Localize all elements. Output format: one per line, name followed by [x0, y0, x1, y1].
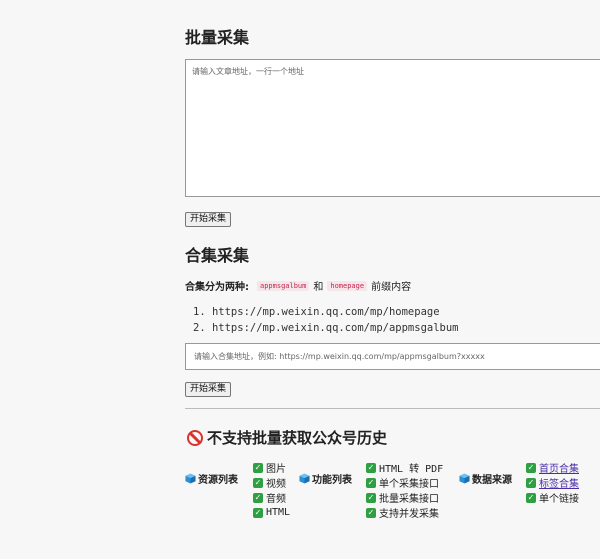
tag-collection-link[interactable]: 标签合集: [539, 475, 579, 490]
list-item[interactable]: ✓ 标签合集: [526, 475, 579, 490]
functions-label-text: 功能列表: [312, 475, 352, 486]
item-text: 音频: [266, 494, 286, 505]
list-item: 1. https://mp.weixin.qq.com/mp/homepage: [193, 306, 440, 318]
item-text: 支持并发采集: [379, 509, 439, 520]
collection-description: 合集分为两种: appmsgalbum 和 homepage 前缀内容: [185, 278, 411, 293]
item-text: 单个采集接口: [379, 479, 439, 490]
functions-label: 功能列表: [299, 471, 352, 486]
page: 批量采集 开始采集 合集采集 合集分为两种: appmsgalbum 和 hom…: [0, 0, 600, 559]
notice-text: 不支持批量获取公众号历史: [207, 429, 388, 447]
sources-label: 数据来源: [459, 471, 512, 486]
check-icon: ✓: [366, 462, 376, 473]
item-text: HTML: [266, 507, 291, 518]
collection-url-list: 1. https://mp.weixin.qq.com/mp/homepage …: [193, 304, 459, 336]
item-text: 批量采集接口: [379, 494, 439, 505]
list-item: ✓ 音频: [253, 490, 290, 505]
list-item: ✓ 视频: [253, 475, 290, 490]
code-appmsgalbum: appmsgalbum: [257, 280, 310, 291]
check-icon: ✓: [366, 477, 376, 488]
notice-title: 不支持批量获取公众号历史: [187, 427, 387, 448]
check-icon: ✓: [253, 477, 263, 488]
list-item: ✓ 支持并发采集: [366, 505, 443, 520]
sources-list: ✓ 首页合集 ✓ 标签合集 ✓ 单个链接: [526, 460, 579, 505]
code-homepage: homepage: [327, 280, 368, 291]
suffix-text: 前缀内容: [371, 282, 412, 293]
check-icon: ✓: [526, 492, 536, 503]
list-item: 2. https://mp.weixin.qq.com/mp/appmsgalb…: [193, 322, 459, 334]
collection-desc-label: 合集分为两种:: [185, 282, 249, 293]
item-text: 视频: [266, 479, 286, 490]
cube-icon: [459, 473, 470, 484]
list-item: ✓ HTML: [253, 505, 290, 520]
item-text: HTML 转 PDF: [379, 464, 444, 475]
cube-icon: [299, 473, 310, 484]
prohibited-icon: [187, 429, 203, 446]
cube-icon: [185, 473, 196, 484]
homepage-collection-link[interactable]: 首页合集: [539, 460, 579, 475]
batch-section-title: 批量采集: [185, 28, 250, 47]
item-text: 单个链接: [539, 494, 579, 505]
functions-list: ✓ HTML 转 PDF ✓ 单个采集接口 ✓ 批量采集接口 ✓ 支持并发采集: [366, 460, 443, 520]
check-icon: ✓: [366, 507, 376, 518]
collection-url-input[interactable]: [185, 343, 600, 370]
list-item: ✓ 单个采集接口: [366, 475, 443, 490]
resources-label-text: 资源列表: [198, 475, 238, 486]
check-icon: ✓: [366, 492, 376, 503]
check-icon: ✓: [253, 507, 263, 518]
start-collection-button[interactable]: 开始采集: [185, 382, 232, 397]
article-urls-textarea[interactable]: [185, 59, 600, 197]
resources-label: 资源列表: [185, 471, 238, 486]
item-text: 图片: [266, 464, 286, 475]
list-item: ✓ 图片: [253, 460, 290, 475]
check-icon: ✓: [253, 492, 263, 503]
list-item: ✓ HTML 转 PDF: [366, 460, 443, 475]
check-icon: ✓: [526, 477, 536, 488]
check-icon: ✓: [526, 462, 536, 473]
start-batch-button[interactable]: 开始采集: [185, 212, 232, 227]
list-item: ✓ 批量采集接口: [366, 490, 443, 505]
and-text: 和: [313, 282, 324, 293]
sources-label-text: 数据来源: [472, 475, 512, 486]
list-item[interactable]: ✓ 首页合集: [526, 460, 579, 475]
list-item: ✓ 单个链接: [526, 490, 579, 505]
divider: [185, 408, 600, 409]
collection-section-title: 合集采集: [185, 246, 250, 265]
check-icon: ✓: [253, 462, 263, 473]
resources-list: ✓ 图片 ✓ 视频 ✓ 音频 ✓ HTML: [253, 460, 290, 520]
